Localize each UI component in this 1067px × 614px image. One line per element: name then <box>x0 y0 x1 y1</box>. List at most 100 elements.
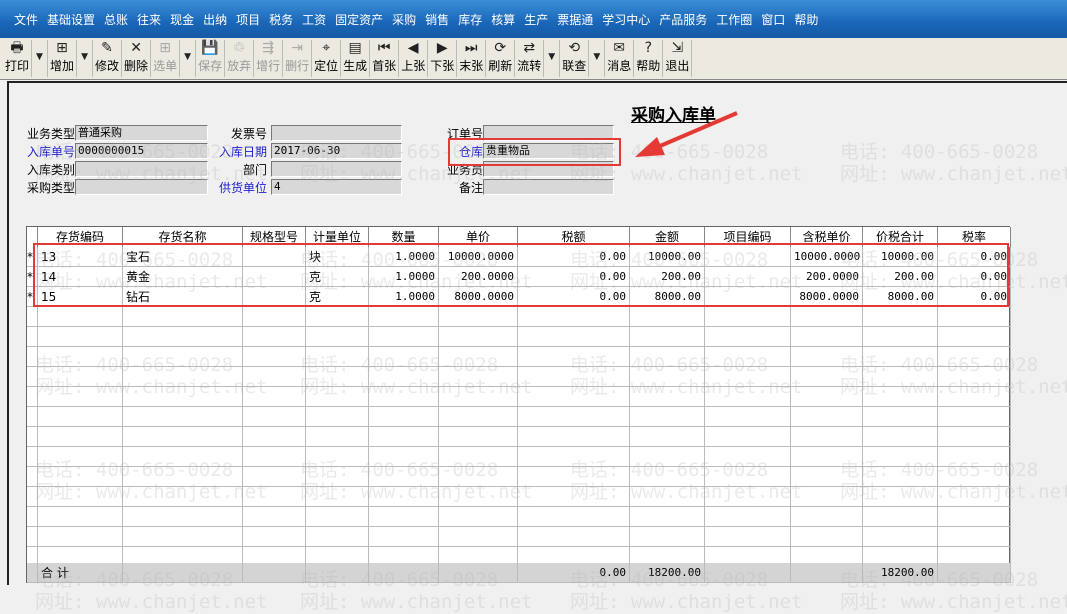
table-cell <box>518 307 630 327</box>
menu-item[interactable]: 总账 <box>104 11 128 28</box>
field-input[interactable] <box>75 179 208 195</box>
field-input[interactable]: 4 <box>271 179 402 195</box>
toolbar-exit-button[interactable]: ⇲ 退出 <box>663 40 693 77</box>
field-input[interactable]: 普通采购 <box>75 125 208 141</box>
toolbar-help-button[interactable]: ? 帮助 <box>634 40 664 77</box>
toolbar-save-button[interactable]: 💾 保存 <box>196 40 226 77</box>
dropdown-button[interactable]: ▼ <box>589 40 606 77</box>
menu-item[interactable]: 产品服务 <box>659 11 707 28</box>
menu-item[interactable]: 工资 <box>302 11 326 28</box>
table-cell <box>27 407 38 427</box>
toolbar-discard-button[interactable]: ♲ 放弃 <box>225 40 255 77</box>
menu-item[interactable]: 销售 <box>425 11 449 28</box>
table-cell <box>369 507 439 527</box>
toolbar-delete-row-button[interactable]: ⇥ 删行 <box>283 40 313 77</box>
table-cell <box>38 407 123 427</box>
toolbar-label: 选单 <box>153 59 178 73</box>
table-cell <box>705 507 791 527</box>
table-cell <box>705 327 791 347</box>
add-icon: ⊞ <box>56 40 68 56</box>
menu-item[interactable]: 出纳 <box>203 11 227 28</box>
field-input[interactable] <box>271 161 402 177</box>
field-input[interactable]: 2017-06-30 <box>271 143 402 159</box>
toolbar-query-button[interactable]: ⟲ 联查 <box>560 40 590 77</box>
highlight-warehouse <box>448 138 621 166</box>
field-input[interactable] <box>75 161 208 177</box>
table-row[interactable] <box>27 327 1011 347</box>
table-cell <box>791 487 863 507</box>
table-cell <box>123 467 243 487</box>
toolbar-delete-button[interactable]: ✕ 删除 <box>122 40 152 77</box>
menu-item[interactable]: 库存 <box>458 11 482 28</box>
dropdown-button[interactable]: ▼ <box>77 40 94 77</box>
menu-item[interactable]: 帮助 <box>794 11 818 28</box>
menu-item[interactable]: 生产 <box>524 11 548 28</box>
menu-item[interactable]: 项目 <box>236 11 260 28</box>
menu-item[interactable]: 票据通 <box>557 11 593 28</box>
toolbar-locate-button[interactable]: ⌖ 定位 <box>312 40 342 77</box>
field-input[interactable] <box>271 125 402 141</box>
arrow-annotation <box>635 111 738 157</box>
menu-item[interactable]: 现金 <box>170 11 194 28</box>
toolbar-last-button[interactable]: ⏭ 末张 <box>457 40 487 77</box>
table-row[interactable] <box>27 467 1011 487</box>
menu-item[interactable]: 学习中心 <box>602 11 650 28</box>
field-input[interactable]: 0000000015 <box>75 143 208 159</box>
menu-item[interactable]: 核算 <box>491 11 515 28</box>
toolbar-printer-button[interactable]: 🖶 打印 <box>3 40 33 77</box>
table-cell <box>243 347 306 367</box>
dropdown-button[interactable]: ▼ <box>180 40 197 77</box>
toolbar-flow-button[interactable]: ⇄ 流转 <box>515 40 545 77</box>
menu-item[interactable]: 窗口 <box>761 11 785 28</box>
table-row[interactable] <box>27 447 1011 467</box>
table-cell <box>705 367 791 387</box>
field-input[interactable] <box>483 179 614 195</box>
table-row[interactable] <box>27 307 1011 327</box>
toolbar-select-button[interactable]: ⊞ 选单 <box>151 40 181 77</box>
save-icon: 💾 <box>201 40 219 56</box>
table-row[interactable] <box>27 527 1011 547</box>
menu-item[interactable]: 采购 <box>392 11 416 28</box>
table-row[interactable] <box>27 387 1011 407</box>
table-cell <box>705 387 791 407</box>
menu-item[interactable]: 固定资产 <box>335 11 383 28</box>
menu-item[interactable]: 基础设置 <box>47 11 95 28</box>
toolbar-next-button[interactable]: ▶ 下张 <box>428 40 458 77</box>
menu-item[interactable]: 文件 <box>14 11 38 28</box>
dropdown-icon: ▼ <box>548 52 556 62</box>
table-cell <box>27 427 38 447</box>
dropdown-icon: ▼ <box>593 52 601 62</box>
toolbar-add-button[interactable]: ⊞ 增加 <box>48 40 78 77</box>
menu-item[interactable]: 税务 <box>269 11 293 28</box>
table-cell <box>27 347 38 367</box>
table-cell <box>630 387 705 407</box>
table-row[interactable] <box>27 507 1011 527</box>
table-cell <box>791 427 863 447</box>
toolbar-message-button[interactable]: ✉ 消息 <box>605 40 635 77</box>
dropdown-button[interactable]: ▼ <box>544 40 561 77</box>
table-cell <box>38 307 123 327</box>
field-label: 备注 <box>458 181 483 195</box>
table-row[interactable] <box>27 347 1011 367</box>
table-cell <box>27 307 38 327</box>
dropdown-button[interactable]: ▼ <box>32 40 49 77</box>
table-cell <box>518 487 630 507</box>
add-row-icon: ⇶ <box>262 40 274 56</box>
table-cell <box>791 447 863 467</box>
toolbar-edit-button[interactable]: ✎ 修改 <box>93 40 123 77</box>
table-cell <box>630 487 705 507</box>
menu-item[interactable]: 工作圈 <box>716 11 752 28</box>
toolbar-refresh-button[interactable]: ⟳ 刷新 <box>486 40 516 77</box>
toolbar-generate-button[interactable]: ▤ 生成 <box>341 40 371 77</box>
table-cell <box>791 387 863 407</box>
menu-item[interactable]: 往来 <box>137 11 161 28</box>
toolbar-prev-button[interactable]: ◀ 上张 <box>399 40 429 77</box>
table-cell <box>705 487 791 507</box>
table-row[interactable] <box>27 367 1011 387</box>
toolbar-add-row-button[interactable]: ⇶ 增行 <box>254 40 284 77</box>
table-row[interactable] <box>27 487 1011 507</box>
table-row[interactable] <box>27 407 1011 427</box>
table-cell <box>439 487 518 507</box>
table-row[interactable] <box>27 427 1011 447</box>
toolbar-first-button[interactable]: ⏮ 首张 <box>370 40 400 77</box>
